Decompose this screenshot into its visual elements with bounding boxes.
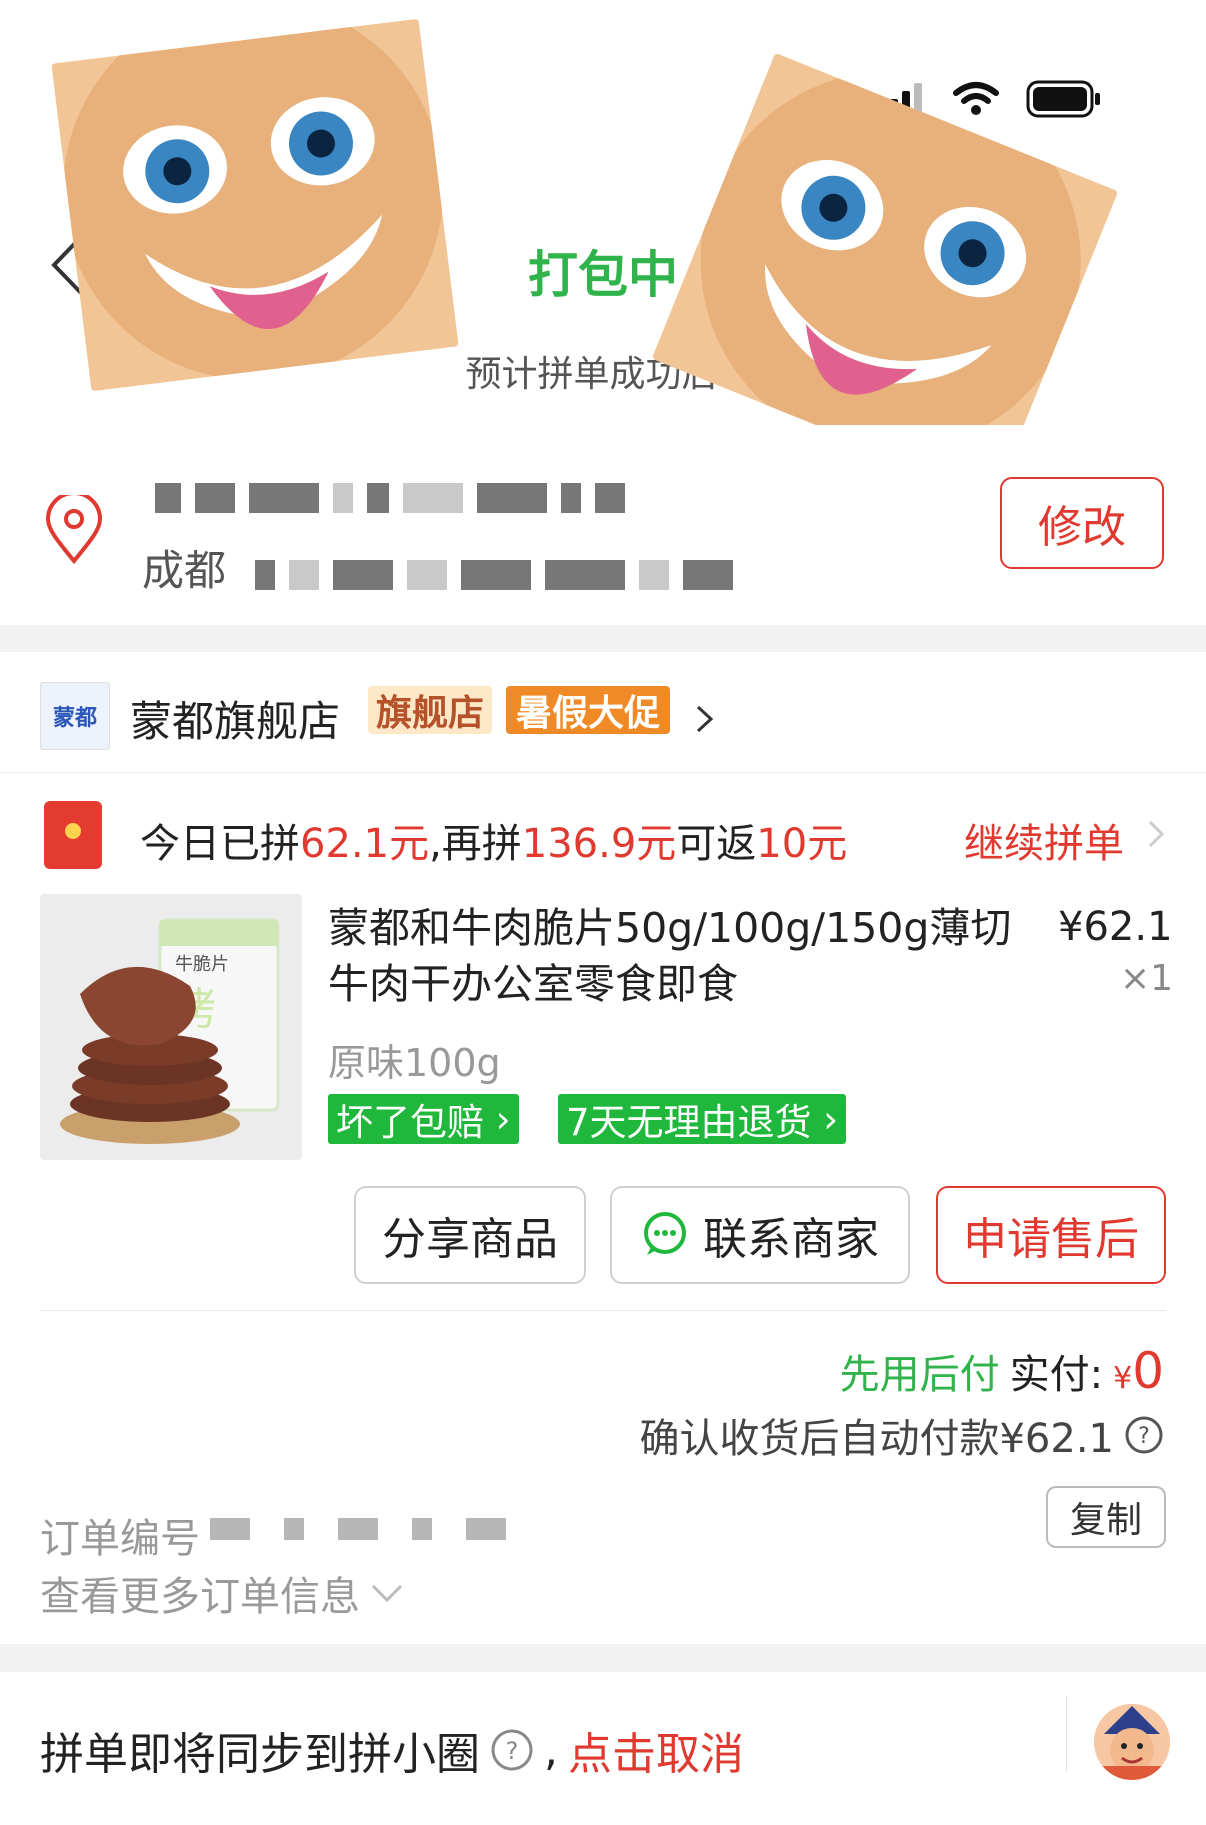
contact-merchant-button[interactable]: 联系商家 <box>610 1186 910 1284</box>
battery-icon <box>1026 80 1100 118</box>
rebate-text-part: 可返 <box>676 821 757 867</box>
divider <box>1066 1696 1067 1772</box>
address-city: 成都 <box>142 546 227 595</box>
shipping-address[interactable]: 成都 修改 <box>0 425 1206 625</box>
paid-amount: 0 <box>1132 1342 1164 1400</box>
share-product-button[interactable]: 分享商品 <box>354 1186 586 1284</box>
rebate-text-part: ,再拼 <box>429 821 522 867</box>
amount-done: 62.1元 <box>300 821 430 867</box>
copy-order-number-button[interactable]: 复制 <box>1046 1486 1166 1548</box>
chevron-right-icon <box>696 705 714 733</box>
order-number-label: 订单编号 <box>40 1516 200 1562</box>
product-spec: 原味100g <box>328 1041 501 1085</box>
order-number-redacted <box>210 1518 506 1540</box>
rebate-text-part: 今日已拼 <box>140 821 300 867</box>
sync-notice: 拼单即将同步到拼小圈 ? , 点击取消 <box>40 1718 744 1782</box>
damage-guarantee-badge[interactable]: 坏了包赔 › <box>328 1094 519 1144</box>
package-label: 牛脆片 <box>175 954 229 975</box>
shop-header[interactable]: 蒙都 蒙都旗舰店 旗舰店 暑假大促 <box>0 652 1206 772</box>
product-quantity: ×1 <box>1120 958 1174 999</box>
sync-notice-separator: , <box>544 1724 558 1776</box>
sticker-image <box>51 18 459 392</box>
pay-later-label: 先用后付 <box>839 1352 1000 1398</box>
contact-merchant-label: 联系商家 <box>703 1214 879 1265</box>
paid-label: 实付: <box>1009 1352 1104 1398</box>
rebate-amount: 10元 <box>756 821 848 867</box>
cancel-sync-link[interactable]: 点击取消 <box>568 1718 744 1782</box>
rebate-text: 今日已拼62.1元,再拼136.9元可返10元 <box>140 811 847 869</box>
sync-bar: 拼单即将同步到拼小圈 ? , 点击取消 <box>0 1672 1206 1825</box>
shop-name[interactable]: 蒙都旗舰店 <box>130 688 340 749</box>
avatar[interactable] <box>1094 1704 1170 1780</box>
product-card: 牛脆片 烤 蒙都和牛肉脆片50g/100g/150g薄切牛肉干办公室零食即食 ¥… <box>0 894 1206 1484</box>
amount-needed: 136.9元 <box>521 821 677 867</box>
chat-icon <box>644 1212 686 1255</box>
chevron-down-icon <box>371 1584 403 1603</box>
chevron-right-icon <box>1148 820 1165 848</box>
modify-address-button[interactable]: 修改 <box>1000 477 1164 569</box>
divider <box>40 1310 1166 1311</box>
group-buy-rebate-row[interactable]: 今日已拼62.1元,再拼136.9元可返10元 继续拼单 <box>0 772 1206 895</box>
more-order-info-toggle[interactable]: 查看更多订单信息 <box>40 1564 404 1622</box>
product-image[interactable]: 牛脆片 烤 <box>40 894 302 1160</box>
product-price: ¥62.1 <box>1058 904 1173 950</box>
wifi-icon <box>953 82 999 115</box>
order-info: 订单编号 复制 查看更多订单信息 <box>0 1484 1206 1644</box>
order-status-header: 打包中 预计拼单成功后2 <box>0 0 1206 498</box>
product-title[interactable]: 蒙都和牛肉脆片50g/100g/150g薄切牛肉干办公室零食即食 <box>328 900 1018 1012</box>
badge-label: 7天无理由退货 <box>566 1101 812 1144</box>
after-sale-button[interactable]: 申请售后 <box>936 1186 1166 1284</box>
continue-group-buy-link[interactable]: 继续拼单 <box>964 811 1124 869</box>
flagship-tag: 旗舰店 <box>368 686 493 734</box>
return-policy-badge[interactable]: 7天无理由退货 › <box>558 1094 847 1144</box>
red-packet-icon <box>44 801 102 869</box>
more-order-info-label: 查看更多订单信息 <box>40 1574 360 1620</box>
currency-symbol: ¥ <box>1113 1361 1133 1396</box>
auto-pay-text: 确认收货后自动付款¥62.1 <box>639 1416 1114 1462</box>
badge-label: 坏了包赔 <box>336 1101 484 1144</box>
payment-summary: 先用后付 实付: ¥0 <box>840 1342 1164 1400</box>
promo-tag: 暑假大促 <box>506 686 671 734</box>
sync-notice-text: 拼单即将同步到拼小圈 <box>40 1729 480 1780</box>
svg-text:?: ? <box>1138 1424 1150 1449</box>
location-pin-icon <box>45 495 103 565</box>
address-redacted-line-2 <box>255 557 733 593</box>
shop-logo: 蒙都 <box>40 682 110 750</box>
svg-text:?: ? <box>506 1737 519 1765</box>
help-icon[interactable]: ? <box>490 1728 534 1772</box>
address-redacted-line <box>155 480 625 516</box>
auto-pay-note: 确认收货后自动付款¥62.1 ? <box>639 1406 1164 1464</box>
help-icon[interactable]: ? <box>1124 1415 1164 1455</box>
